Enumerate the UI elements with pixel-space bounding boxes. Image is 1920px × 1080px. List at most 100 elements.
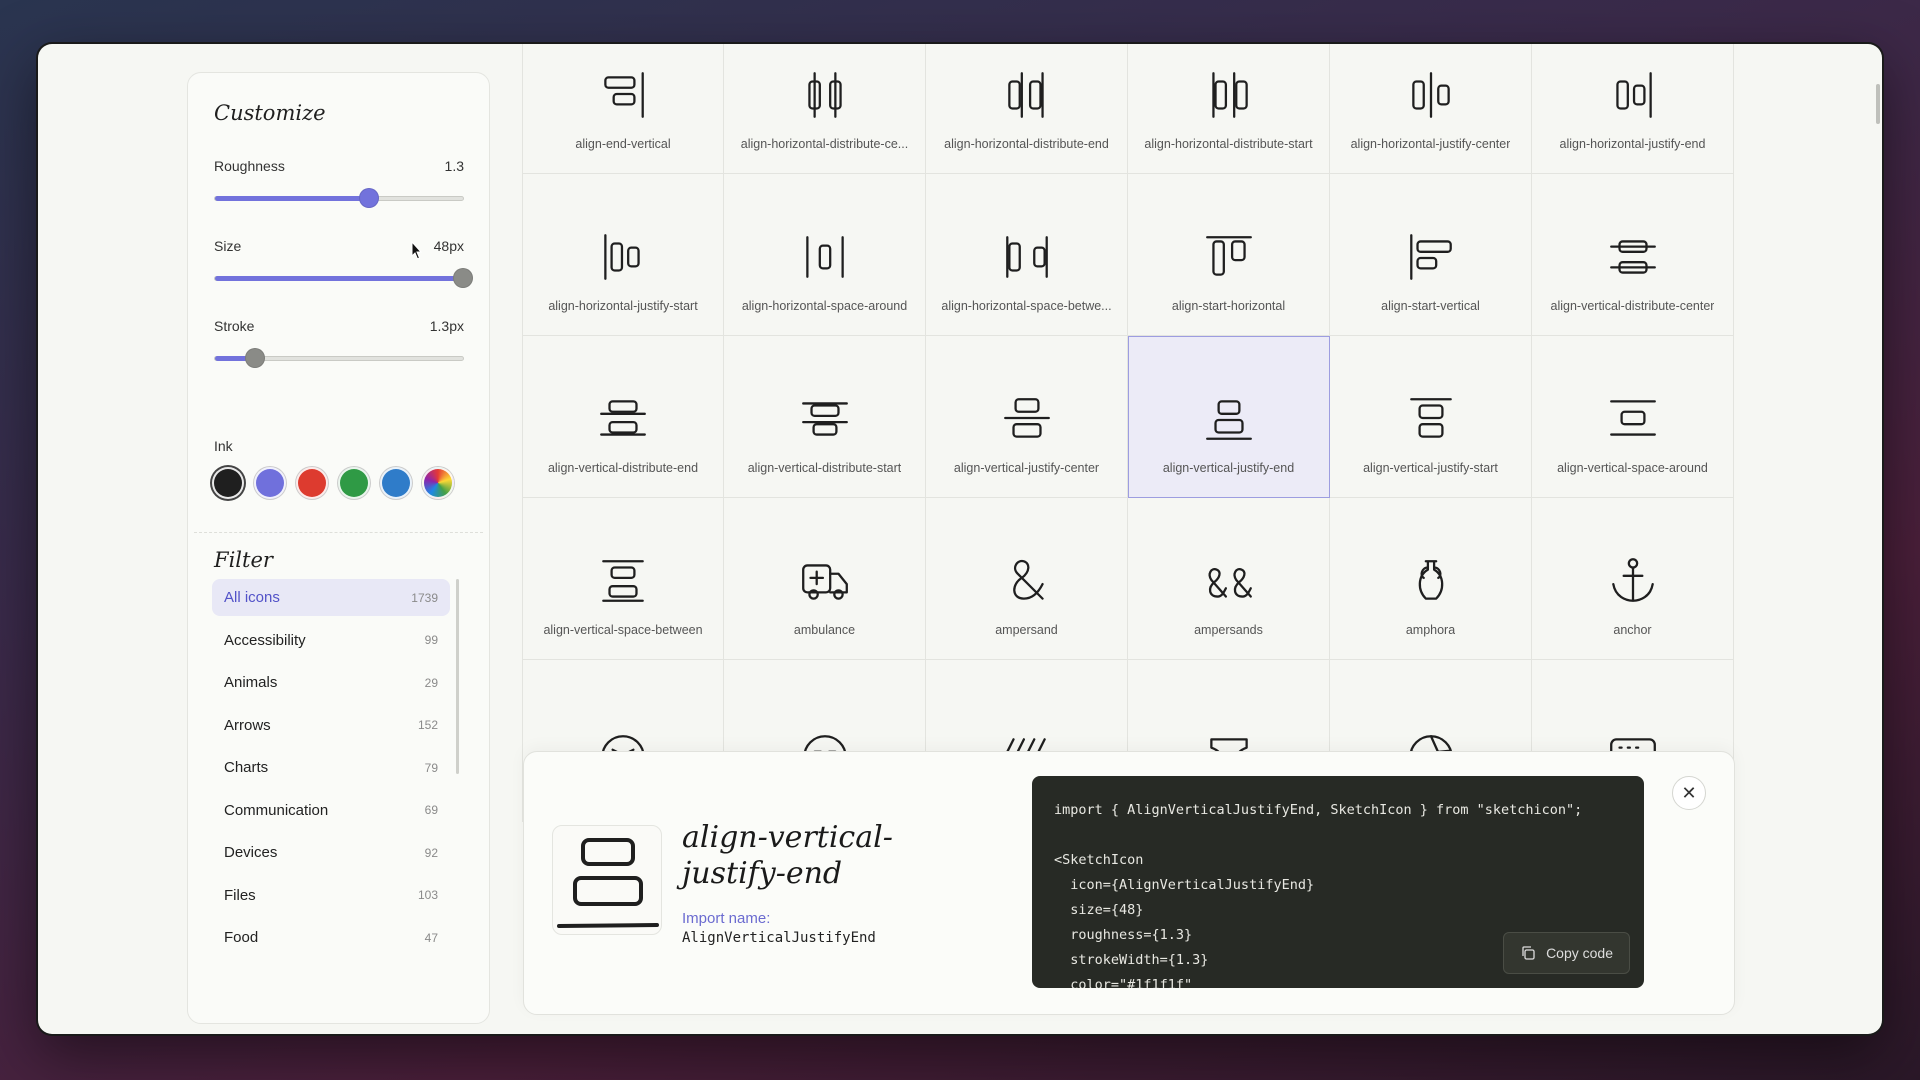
icon-cell[interactable]: align-vertical-distribute-end — [522, 336, 724, 498]
icon-cell-label: align-vertical-distribute-start — [747, 461, 902, 475]
ink-swatch-2[interactable] — [296, 467, 328, 499]
category-count: 103 — [417, 888, 438, 902]
app-window: Customize Roughness 1.3 Size 48px Stroke… — [38, 44, 1882, 1034]
anchor-icon — [1611, 558, 1654, 602]
ink-swatch-0[interactable] — [212, 467, 244, 499]
icon-cell[interactable]: align-vertical-justify-center — [926, 336, 1128, 498]
align-horizontal-justify-end-icon — [1615, 72, 1652, 118]
size-slider[interactable] — [214, 268, 473, 288]
icon-cell-label: ampersands — [1194, 623, 1263, 637]
code-line: icon={AlignVerticalJustifyEnd} — [1054, 877, 1315, 893]
icon-cell-label: align-horizontal-distribute-ce... — [740, 137, 909, 151]
align-vertical-distribute-end-icon — [600, 400, 646, 436]
icon-cell[interactable]: align-vertical-space-between — [522, 498, 724, 660]
icon-cell[interactable]: anchor — [1532, 498, 1734, 660]
category-item[interactable]: Food 47 — [212, 919, 450, 956]
ink-swatch-5[interactable] — [422, 467, 454, 499]
icon-cell[interactable]: align-vertical-distribute-start — [724, 336, 926, 498]
category-count: 1739 — [411, 590, 438, 605]
mouse-cursor-icon — [411, 241, 423, 260]
code-line: size={48} — [1054, 902, 1144, 918]
align-end-vertical-icon — [604, 72, 644, 118]
close-button[interactable]: ✕ — [1672, 776, 1706, 810]
category-label: Communication — [224, 801, 329, 819]
icon-cell-label: align-horizontal-space-around — [741, 299, 908, 313]
icon-cell[interactable]: align-horizontal-justify-center — [1330, 44, 1532, 174]
icon-cell-label: align-vertical-distribute-end — [547, 461, 699, 475]
icon-cell[interactable]: align-vertical-justify-end — [1128, 336, 1330, 498]
stroke-slider[interactable] — [214, 348, 464, 368]
icon-cell[interactable]: align-horizontal-space-around — [724, 174, 926, 336]
icon-cell[interactable]: align-horizontal-justify-start — [522, 174, 724, 336]
roughness-label: Roughness — [214, 158, 285, 174]
category-item[interactable]: Arrows 152 — [212, 707, 450, 744]
roughness-slider-fill — [215, 196, 369, 201]
icon-cell[interactable]: ambulance — [724, 498, 926, 660]
icon-cell-label: ambulance — [793, 623, 856, 637]
ink-swatch-1[interactable] — [254, 467, 286, 499]
ink-swatch-4[interactable] — [380, 467, 412, 499]
main-scrollbar[interactable] — [1876, 84, 1880, 124]
category-label: Accessibility — [224, 631, 306, 649]
icon-cell[interactable]: align-horizontal-distribute-end — [926, 44, 1128, 174]
filter-title: Filter — [214, 548, 273, 572]
icon-cell[interactable]: align-start-vertical — [1330, 174, 1532, 336]
import-name-value[interactable]: AlignVerticalJustifyEnd — [682, 930, 876, 946]
icon-cell[interactable]: align-horizontal-space-betwe... — [926, 174, 1128, 336]
icon-cell-label: align-vertical-justify-start — [1363, 461, 1498, 475]
category-item[interactable]: Files 103 — [212, 877, 450, 914]
icon-cell-label: align-vertical-justify-center — [953, 461, 1100, 475]
size-slider-thumb[interactable] — [453, 268, 473, 288]
category-item[interactable]: All icons 1739 — [212, 579, 450, 616]
category-scrollbar[interactable] — [456, 579, 459, 774]
icon-cell[interactable]: align-horizontal-justify-end — [1532, 44, 1734, 174]
code-line: <SketchIcon — [1054, 852, 1144, 868]
icon-cell[interactable]: align-vertical-distribute-center — [1532, 174, 1734, 336]
code-snippet[interactable]: import { AlignVerticalJustifyEnd, Sketch… — [1032, 776, 1644, 988]
align-vertical-justify-start-icon — [1409, 398, 1452, 438]
copy-code-button[interactable]: Copy code — [1503, 932, 1630, 974]
icon-cell[interactable]: align-end-vertical — [522, 44, 724, 174]
align-horizontal-space-around-icon — [805, 236, 844, 278]
roughness-value: 1.3 — [444, 158, 464, 174]
icon-cell-label: align-horizontal-justify-end — [1559, 137, 1706, 151]
ampersand-icon — [1012, 559, 1044, 600]
stroke-slider-thumb[interactable] — [244, 348, 265, 368]
roughness-slider-row: Roughness 1.3 — [214, 158, 464, 208]
icon-cell[interactable]: align-horizontal-distribute-ce... — [724, 44, 926, 174]
align-vertical-justify-end-icon — [1205, 400, 1252, 440]
icon-cell[interactable]: amphora — [1330, 498, 1532, 660]
category-count: 47 — [424, 930, 438, 945]
category-label: Devices — [224, 844, 278, 861]
stroke-value: 1.3px — [429, 318, 464, 334]
icon-cell-label: align-horizontal-distribute-end — [944, 137, 1109, 151]
category-count: 92 — [424, 845, 438, 860]
category-count: 29 — [424, 675, 438, 690]
ink-label: Ink — [214, 438, 233, 454]
icon-cell[interactable]: ampersands — [1128, 498, 1330, 660]
stroke-label: Stroke — [214, 318, 255, 334]
align-horizontal-distribute-end-icon — [1007, 72, 1044, 118]
category-count: 79 — [424, 760, 438, 775]
ink-swatch-3[interactable] — [338, 467, 370, 499]
icon-cell[interactable]: ampersand — [926, 498, 1128, 660]
roughness-slider-thumb[interactable] — [358, 188, 379, 208]
ampersands-icon — [1208, 568, 1252, 598]
amphora-icon — [1418, 560, 1443, 600]
category-list: All icons 1739 Accessibility 99 Animals 29 Arr… — [212, 579, 450, 962]
icon-cell[interactable]: align-vertical-justify-start — [1330, 336, 1532, 498]
category-item[interactable]: Communication 69 — [212, 792, 450, 829]
align-vertical-justify-end-icon — [552, 825, 662, 935]
category-item[interactable]: Accessibility 99 — [212, 622, 450, 659]
roughness-slider[interactable] — [214, 188, 464, 208]
category-item[interactable]: Devices 92 — [212, 834, 450, 871]
size-label: Size — [214, 238, 242, 254]
category-item[interactable]: Animals 29 — [212, 664, 450, 701]
align-vertical-space-between-icon — [602, 560, 644, 602]
icon-cell[interactable]: align-start-horizontal — [1128, 174, 1330, 336]
category-item[interactable]: Charts 79 — [212, 749, 450, 786]
detail-icon-name: align-vertical-justify-end — [682, 820, 893, 891]
align-start-horizontal-icon — [1205, 236, 1252, 276]
icon-cell[interactable]: align-vertical-space-around — [1532, 336, 1734, 498]
icon-cell[interactable]: align-horizontal-distribute-start — [1128, 44, 1330, 174]
